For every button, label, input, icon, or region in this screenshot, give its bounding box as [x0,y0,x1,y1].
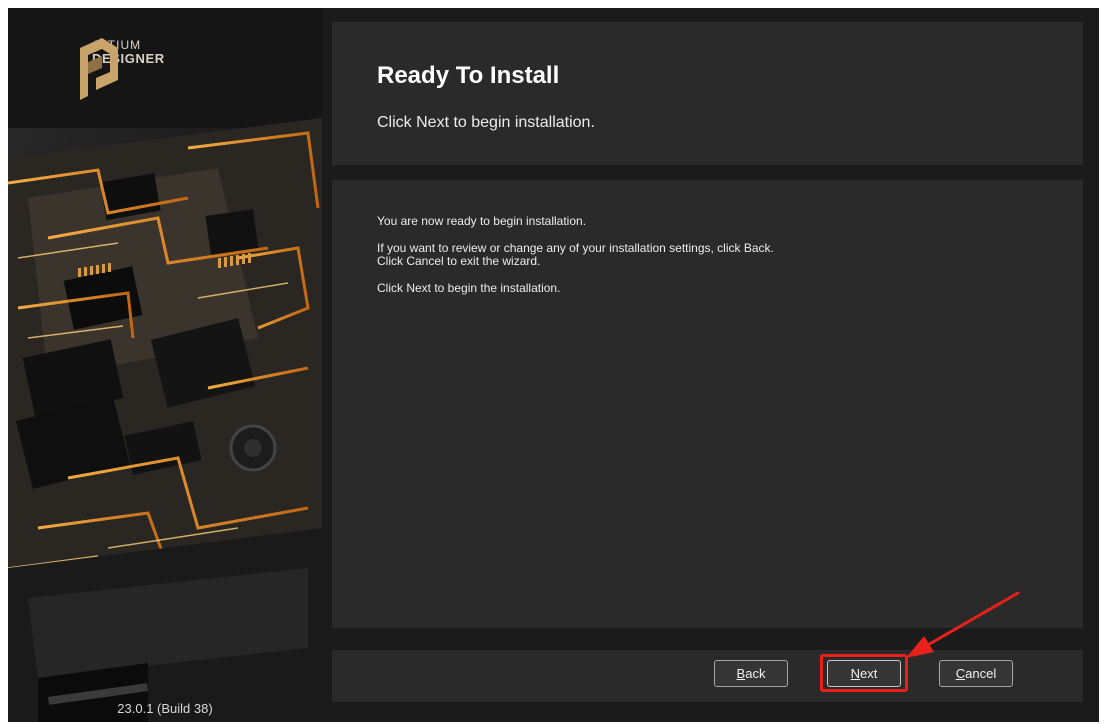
cancel-label: ancel [965,666,997,681]
page-subtitle: Click Next to begin installation. [377,114,595,131]
back-label: ack [745,666,766,681]
header-panel: Ready To Install Click Next to begin ins… [332,22,1083,165]
content-panel: You are now ready to begin installation.… [332,180,1083,628]
back-button[interactable]: Back [714,660,788,687]
back-mnemonic: B [736,666,746,681]
cancel-message: Click Cancel to exit the wizard. [377,254,541,268]
altium-logo: ALTIUM DESIGNER [80,38,165,100]
page-title: Ready To Install [377,62,560,89]
installer-window: ALTIUM DESIGNER 23.0.1 (Build 38) Ready … [8,8,1099,722]
next-button[interactable]: Next [827,660,901,687]
next-mnemonic: N [850,666,861,681]
circuit-board-artwork [8,8,322,722]
version-label: 23.0.1 (Build 38) [117,701,213,716]
next-message: Click Next to begin the installation. [377,281,561,295]
altium-logo-mark-icon [80,38,118,100]
next-label: ext [860,666,878,681]
cancel-mnemonic: C [955,666,966,681]
cancel-button[interactable]: Cancel [939,660,1013,687]
button-bar: Back Next Cancel [332,650,1083,702]
ready-message: You are now ready to begin installation. [377,214,587,228]
artwork-panel: ALTIUM DESIGNER 23.0.1 (Build 38) [8,8,322,722]
